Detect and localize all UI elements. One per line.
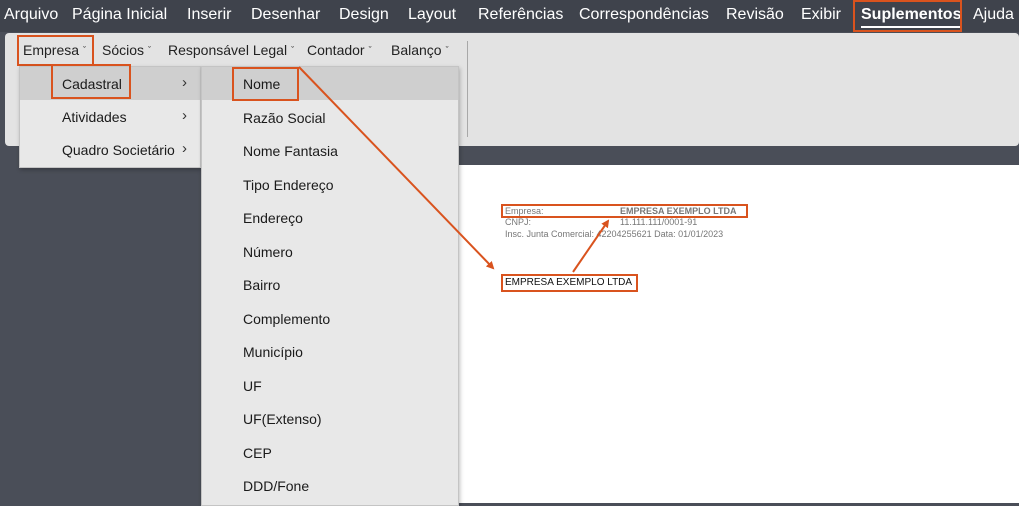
arrow-to-inserted-field [298, 66, 495, 270]
arrow-to-empresa-line [572, 219, 610, 273]
annotation-arrows [298, 66, 610, 273]
